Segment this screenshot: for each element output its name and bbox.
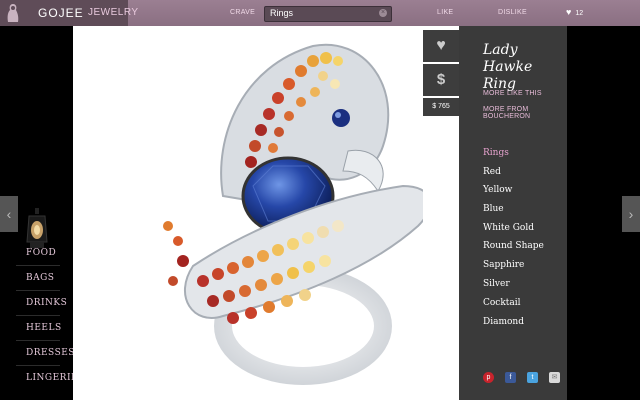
next-arrow-button[interactable]: › bbox=[622, 196, 640, 232]
tag-white-gold[interactable]: White Gold bbox=[483, 223, 534, 233]
sidebar-item-drinks[interactable]: DRINKS bbox=[26, 298, 67, 308]
divider bbox=[16, 340, 60, 341]
divider bbox=[16, 290, 60, 291]
sidebar-item-bags[interactable]: BAGS bbox=[26, 273, 54, 283]
buy-button[interactable]: $ bbox=[423, 64, 459, 96]
section-name[interactable]: JEWELRY bbox=[88, 7, 139, 18]
divider bbox=[16, 365, 60, 366]
chevron-left-icon: ‹ bbox=[6, 206, 12, 222]
product-info-panel: Lady Hawke Ring MORE LIKE THIS MORE FROM… bbox=[459, 26, 567, 400]
like-button[interactable]: ♥ bbox=[423, 30, 459, 62]
heart-icon: ♥ bbox=[566, 7, 572, 17]
likes-counter[interactable]: ♥ 12 bbox=[566, 7, 583, 17]
more-like-this-link[interactable]: MORE LIKE THIS bbox=[483, 90, 542, 97]
previous-arrow-button[interactable]: ‹ bbox=[0, 196, 18, 232]
gojee-logo-icon bbox=[7, 4, 19, 22]
sidebar-item-heels[interactable]: HEELS bbox=[26, 323, 62, 333]
more-from-brand-link[interactable]: MORE FROM BOUCHERON bbox=[483, 106, 567, 120]
logo-area[interactable]: GOJEE JEWELRY bbox=[0, 0, 138, 26]
tag-diamond[interactable]: Diamond bbox=[483, 317, 524, 327]
sidebar-item-food[interactable]: FOOD bbox=[26, 248, 56, 258]
pinterest-icon[interactable]: p bbox=[483, 372, 494, 383]
twitter-icon[interactable]: t bbox=[527, 372, 538, 383]
price-label: $ 765 bbox=[423, 98, 459, 116]
tag-sapphire[interactable]: Sapphire bbox=[483, 260, 524, 270]
close-icon[interactable]: × bbox=[379, 9, 387, 17]
tag-red[interactable]: Red bbox=[483, 167, 501, 177]
search-input[interactable]: Rings × bbox=[264, 6, 392, 22]
tag-silver[interactable]: Silver bbox=[483, 279, 510, 289]
divider bbox=[16, 315, 60, 316]
facebook-icon[interactable]: f bbox=[505, 372, 516, 383]
search-value: Rings bbox=[270, 8, 294, 18]
email-icon[interactable]: ✉ bbox=[549, 372, 560, 383]
actions-column: ♥ $ $ 765 bbox=[423, 26, 459, 400]
tag-cocktail[interactable]: Cocktail bbox=[483, 298, 521, 308]
nav-dislike[interactable]: DISLIKE bbox=[498, 9, 527, 16]
brand-name[interactable]: GOJEE bbox=[38, 6, 84, 20]
nav-crave[interactable]: CRAVE bbox=[230, 9, 255, 16]
heart-icon: ♥ bbox=[436, 37, 446, 54]
divider bbox=[16, 265, 60, 266]
tag-round-shape[interactable]: Round Shape bbox=[483, 241, 544, 251]
dollar-icon: $ bbox=[436, 71, 446, 88]
tag-blue[interactable]: Blue bbox=[483, 204, 504, 214]
sidebar-item-dresses[interactable]: DRESSES bbox=[26, 348, 75, 358]
tag-yellow[interactable]: Yellow bbox=[483, 185, 512, 195]
top-bar: GOJEE JEWELRY CRAVE Rings × LIKE DISLIKE… bbox=[0, 0, 640, 26]
sidebar-item-lingerie[interactable]: LINGERIE bbox=[26, 373, 78, 383]
product-image[interactable] bbox=[73, 26, 423, 400]
ring-illustration bbox=[163, 43, 423, 385]
chevron-right-icon: › bbox=[628, 206, 634, 222]
likes-count: 12 bbox=[575, 10, 584, 17]
tag-rings[interactable]: Rings bbox=[483, 148, 509, 158]
nav-like[interactable]: LIKE bbox=[437, 9, 453, 16]
product-title: Lady Hawke Ring bbox=[483, 42, 533, 92]
